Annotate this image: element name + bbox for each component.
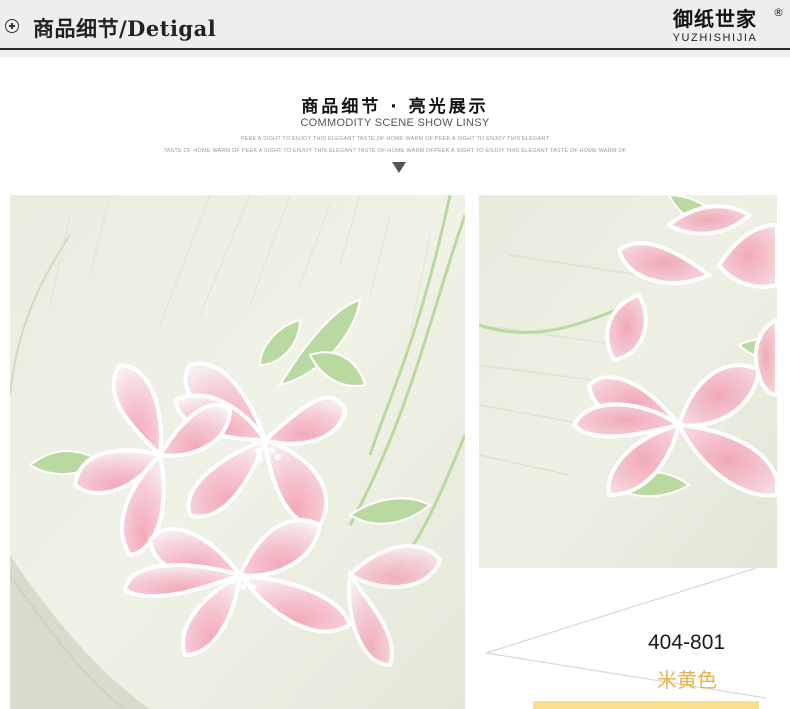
header-divider bbox=[0, 48, 790, 50]
section-title: 商品细节/Detigal bbox=[33, 16, 217, 41]
circle-plus-icon bbox=[5, 19, 19, 33]
registered-mark: ® bbox=[773, 6, 784, 19]
intro-subtitle: COMMODITY SCENE SHOW LINSY bbox=[300, 117, 490, 129]
brand-logo: 御纸世家 ® YUZHISHIJIA bbox=[660, 6, 784, 44]
product-color-name: 米黄色 bbox=[657, 668, 717, 692]
product-code-panel bbox=[466, 568, 790, 709]
color-swatch-bar bbox=[533, 701, 759, 709]
detail-photo-closeup bbox=[479, 195, 777, 568]
section-header: 商品细节/Detigal 御纸世家 ® YUZHISHIJIA bbox=[0, 0, 790, 57]
intro-tagline-2: TASTE OF HOME WARM OF PEEK A SIGHT TO EN… bbox=[163, 148, 627, 154]
product-code: 404-801 bbox=[648, 631, 726, 654]
brand-name-en: YUZHISHIJIA bbox=[672, 32, 758, 44]
intro-tagline-1: PEEK A SIGHT TO ENJOY THIS ELEGANT TASTE… bbox=[240, 136, 550, 142]
brand-name-cn: 御纸世家 bbox=[673, 7, 757, 31]
triangle-down-icon bbox=[392, 162, 406, 173]
intro-title: 商品细节 · 亮光展示 bbox=[301, 97, 489, 117]
detail-photo-large bbox=[10, 195, 465, 709]
